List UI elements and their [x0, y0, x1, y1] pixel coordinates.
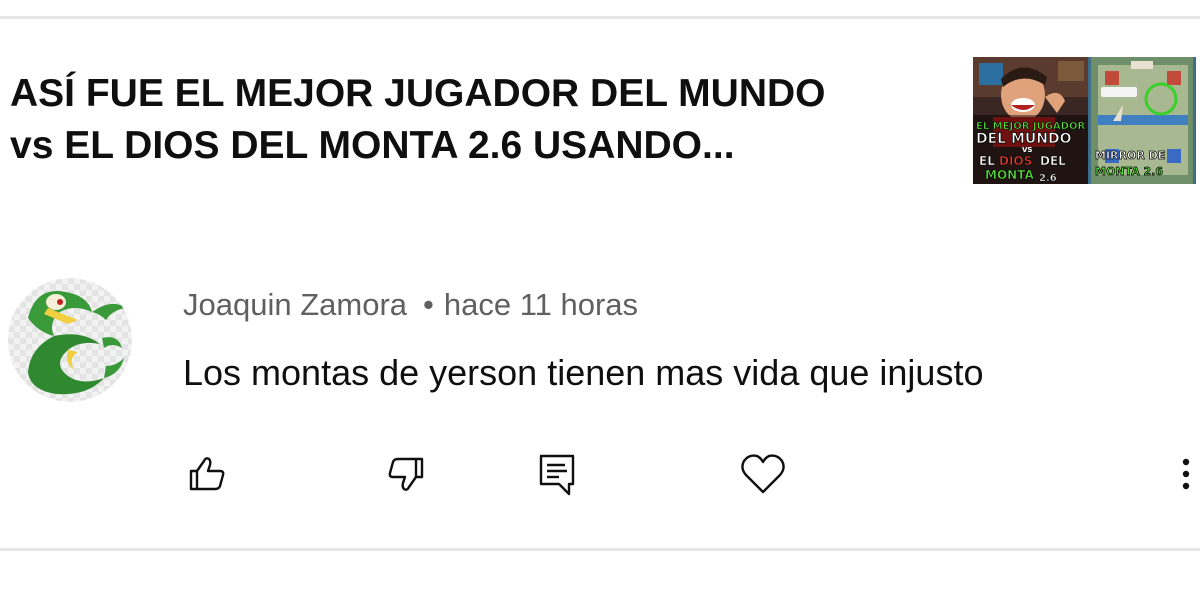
video-title-line-2: vs EL DIOS DEL MONTA 2.6 USANDO...	[10, 124, 735, 167]
video-thumbnail[interactable]: EL MEJOR JUGADOR DEL MUNDO VS EL DIOS DE…	[973, 57, 1196, 184]
thumbnail-text-del-mundo: DEL MUNDO	[976, 131, 1072, 147]
thumbnail-text-mirror-de: MIRROR DE	[1095, 149, 1165, 162]
thumbnail-text-version: 2.6	[1039, 173, 1057, 184]
thumbnail-text-el: EL	[979, 154, 995, 168]
comment-text: Los montas de yerson tienen mas vida que…	[183, 352, 984, 393]
thumbnail-text-dios: DIOS	[999, 154, 1032, 168]
comment-timestamp: hace 11 horas	[443, 287, 639, 322]
meta-separator: •	[423, 287, 434, 322]
heart-button[interactable]	[737, 447, 789, 501]
video-title[interactable]: ASÍ FUE EL MEJOR JUGADOR DEL MUNDO vs EL…	[10, 68, 930, 172]
reply-comment-icon	[539, 454, 575, 496]
comment-author[interactable]: Joaquin Zamora	[183, 287, 407, 322]
thumb-up-icon	[189, 457, 225, 491]
comment-notification-card: ASÍ FUE EL MEJOR JUGADOR DEL MUNDO vs EL…	[0, 0, 1200, 600]
thumb-down-icon	[388, 457, 424, 491]
avatar-image	[8, 278, 132, 402]
like-button[interactable]	[181, 447, 233, 501]
more-vertical-icon	[1182, 458, 1190, 490]
avatar[interactable]	[8, 278, 132, 402]
thumbnail-image: EL MEJOR JUGADOR DEL MUNDO VS EL DIOS DE…	[973, 57, 1196, 184]
dislike-button[interactable]	[380, 447, 432, 501]
bottom-divider	[0, 548, 1200, 551]
thumbnail-text-monta: MONTA	[985, 168, 1034, 182]
more-options-button[interactable]	[1172, 447, 1200, 501]
thumbnail-text-monta-version: MONTA 2.6	[1095, 165, 1163, 178]
video-title-line-1: ASÍ FUE EL MEJOR JUGADOR DEL MUNDO	[10, 72, 826, 115]
comment-meta: Joaquin Zamora • hace 11 horas	[183, 286, 638, 324]
heart-icon	[741, 454, 785, 494]
thumbnail-text-vs: VS	[1022, 146, 1032, 154]
thumbnail-text-del: DEL	[1040, 154, 1066, 168]
reply-button[interactable]	[531, 447, 583, 501]
top-divider	[0, 16, 1200, 19]
